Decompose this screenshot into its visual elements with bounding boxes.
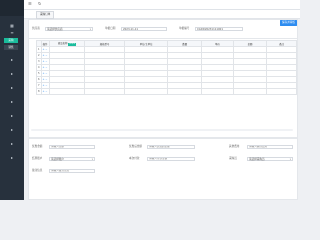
- table-cell[interactable]: [232, 88, 268, 95]
- other-fees-label: 其他费用: [229, 145, 240, 148]
- sidebar-arrow-icon[interactable]: ▸: [8, 156, 16, 160]
- items-table-panel: 操作 商品名称 多单位 规格型号 单位/主单位 数量 单价 金额 备注 1 + − …: [28, 38, 298, 138]
- table-cell[interactable]: [167, 88, 203, 95]
- order-header: 供应商 请选择供应商 ▾ 单据日期 2023-11-11 单据编号 CGDD20…: [28, 19, 298, 39]
- chevron-down-icon: ▾: [289, 158, 291, 161]
- top-bar: ☰ ↻: [24, 0, 300, 10]
- account-value: 请选择账户: [51, 158, 64, 161]
- account-label: 结算账户: [32, 157, 43, 160]
- remark-label: 备注信息: [32, 169, 43, 172]
- order-footer: 优惠金额 优惠后金额 其他费用 结算账户 请选择账户 ▾ 本次付款 采购员 请选…: [28, 138, 298, 200]
- grid-icon[interactable]: ▦: [8, 24, 16, 28]
- order-number-field[interactable]: CGDD20231111001: [195, 27, 243, 31]
- account-select[interactable]: 请选择账户 ▾: [49, 157, 95, 161]
- tabs-bar: 采购订单: [24, 10, 300, 19]
- payment-label: 本次付款: [129, 157, 140, 160]
- supplier-select[interactable]: 请选择供应商 ▾: [45, 27, 93, 31]
- sidebar-arrow-icon[interactable]: ▸: [8, 142, 16, 146]
- date-field[interactable]: 2023-11-11: [121, 27, 167, 31]
- table-cell[interactable]: [266, 88, 297, 95]
- sidebar-arrow-icon[interactable]: ▸: [8, 58, 16, 62]
- logo-bar: [0, 0, 24, 16]
- refresh-icon[interactable]: ↻: [38, 2, 41, 6]
- table-cell[interactable]: [201, 88, 234, 95]
- supplier-value: 请选择供应商: [47, 28, 63, 31]
- table-row[interactable]: 8 + −: [36, 88, 297, 95]
- sidebar-arrow-icon[interactable]: ▸: [8, 72, 16, 76]
- sidebar-arrow-icon[interactable]: ▸: [8, 128, 16, 132]
- discounted-amount-label: 优惠后金额: [129, 145, 142, 148]
- buyer-value: 请选择采购员: [249, 158, 265, 161]
- sidebar-item-purchase[interactable]: 采购: [4, 38, 18, 43]
- sidebar-arrow-icon[interactable]: ▸: [8, 114, 16, 118]
- order-number-label: 单据编号: [179, 27, 190, 30]
- chevron-down-icon: ▾: [91, 158, 93, 161]
- buyer-label: 采购员: [229, 157, 237, 160]
- chevron-down-icon: ▾: [89, 28, 91, 31]
- order-number-value: CGDD20231111001: [197, 28, 223, 31]
- multi-unit-badge: 多单位: [68, 43, 76, 46]
- payment-input[interactable]: [147, 157, 195, 161]
- table-cell[interactable]: [48, 88, 86, 95]
- supplier-label: 供应商: [32, 27, 40, 30]
- discount-label: 优惠金额: [32, 145, 43, 148]
- remark-input[interactable]: [49, 169, 95, 173]
- row-actions[interactable]: + −: [40, 88, 50, 95]
- table-cell[interactable]: [123, 88, 169, 95]
- buyer-select[interactable]: 请选择采购员 ▾: [247, 157, 293, 161]
- sidebar-arrow-icon[interactable]: ▸: [8, 100, 16, 104]
- date-label: 单据日期: [105, 27, 116, 30]
- sidebar-item-sales[interactable]: 销售: [4, 45, 18, 50]
- sidebar-arrow-icon[interactable]: ▸: [8, 86, 16, 90]
- sidebar: ▦ ≡ 采购 销售 ▸ ▸ ▸ ▸ ▸ ▸ ▸ ▸: [0, 0, 24, 200]
- discounted-amount-input[interactable]: [147, 145, 195, 149]
- save-and-approve-button[interactable]: 保存并审核: [280, 20, 297, 26]
- date-value: 2023-11-11: [123, 28, 139, 31]
- other-fees-input[interactable]: [247, 145, 293, 149]
- menu-icon[interactable]: ≡: [8, 31, 16, 35]
- table-cell[interactable]: [84, 88, 125, 95]
- tab-purchase-order[interactable]: 采购订单: [36, 11, 55, 19]
- discount-input[interactable]: [49, 145, 95, 149]
- hamburger-icon[interactable]: ☰: [28, 2, 32, 6]
- items-table: 操作 商品名称 多单位 规格型号 单位/主单位 数量 单价 金额 备注 1 + − …: [36, 40, 297, 95]
- horizontal-scrollbar[interactable]: [31, 129, 293, 131]
